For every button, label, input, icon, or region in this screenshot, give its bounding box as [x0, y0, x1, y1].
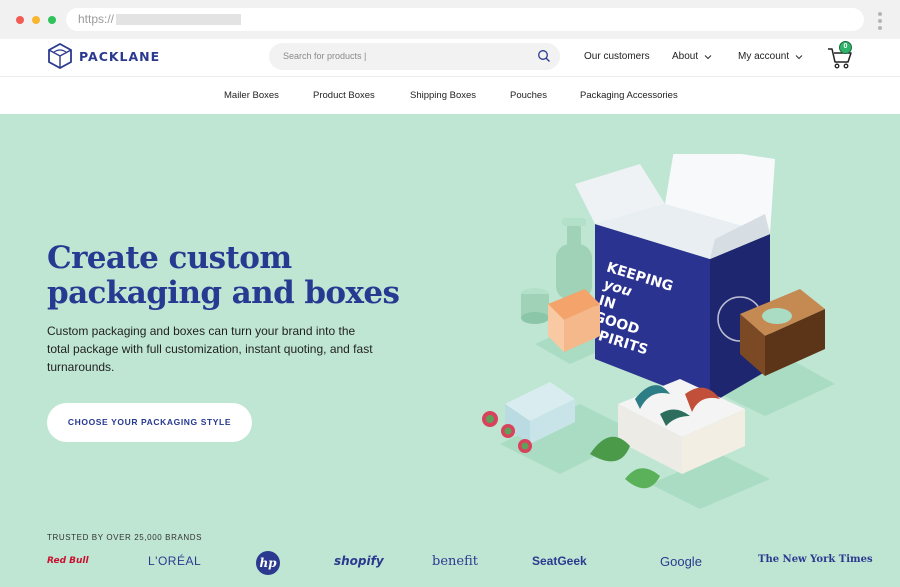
- hero-section: Create custom packaging and boxes Custom…: [0, 114, 900, 587]
- search-icon[interactable]: [537, 49, 551, 63]
- category-pouches[interactable]: Pouches: [510, 90, 547, 101]
- search-placeholder: Search for products |: [283, 51, 367, 61]
- category-product-boxes[interactable]: Product Boxes: [313, 90, 375, 101]
- category-packaging-accessories[interactable]: Packaging Accessories: [580, 90, 678, 101]
- trusted-brands-label: TRUSTED BY OVER 25,000 BRANDS: [47, 533, 203, 542]
- maximize-window-button[interactable]: [48, 16, 56, 24]
- brand-redbull: Red Bull: [47, 556, 89, 566]
- packlane-logo[interactable]: PACKLANE: [47, 43, 160, 69]
- nav-about-label: About: [672, 51, 699, 62]
- brand-loreal: L'ORÉAL: [148, 554, 202, 568]
- packaging-product-illustration: KEEPING you IN GOOD SPIRITS: [482, 154, 835, 509]
- search-input[interactable]: Search for products |: [269, 43, 560, 70]
- browser-chrome: https://: [0, 0, 900, 40]
- nav-about[interactable]: About: [672, 51, 712, 62]
- address-bar[interactable]: https://: [66, 8, 864, 31]
- minimize-window-button[interactable]: [32, 16, 40, 24]
- nav-our-customers[interactable]: Our customers: [584, 51, 650, 62]
- bottle-prop: [556, 218, 592, 300]
- choose-packaging-style-button[interactable]: CHOOSE YOUR PACKAGING STYLE: [47, 403, 252, 442]
- browser-menu-icon[interactable]: [878, 12, 882, 30]
- brand-benefit: benefit: [432, 554, 478, 569]
- close-window-button[interactable]: [16, 16, 24, 24]
- url-redacted: [116, 14, 241, 25]
- browser-window: https:// PACKLANE Search for products |: [0, 0, 900, 587]
- category-shipping-boxes[interactable]: Shipping Boxes: [410, 90, 476, 101]
- category-nav: Mailer Boxes Product Boxes Shipping Boxe…: [0, 77, 900, 114]
- website: PACKLANE Search for products | Our custo…: [0, 39, 900, 587]
- nav-my-account[interactable]: My account: [738, 51, 803, 62]
- hero-headline-line2: packaging and boxes: [47, 275, 400, 311]
- hero-headline: Create custom packaging and boxes: [47, 241, 427, 311]
- brand-seatgeek: SeatGeek: [532, 554, 587, 568]
- url-prefix: https://: [78, 12, 115, 26]
- brand-hp: hp: [256, 551, 280, 575]
- category-mailer-boxes[interactable]: Mailer Boxes: [224, 90, 279, 101]
- chevron-down-icon: [795, 54, 803, 59]
- brand-google: Google: [660, 554, 702, 569]
- hero-subtext: Custom packaging and boxes can turn your…: [47, 324, 373, 374]
- nav-our-customers-label: Our customers: [584, 51, 650, 62]
- brand-shopify: shopify: [334, 554, 384, 568]
- brand-nytimes: The New York Times: [758, 554, 873, 565]
- cylinder-prop: [521, 288, 549, 324]
- chevron-down-icon: [704, 54, 712, 59]
- logo-text: PACKLANE: [79, 48, 161, 64]
- hero-headline-line1: Create custom: [47, 240, 292, 276]
- cart-count-badge: 0: [839, 41, 852, 54]
- nav-my-account-label: My account: [738, 51, 790, 62]
- site-header: PACKLANE Search for products | Our custo…: [0, 39, 900, 77]
- logo-box-icon: [48, 43, 72, 69]
- blue-mailer-box: KEEPING you IN GOOD SPIRITS: [575, 154, 775, 404]
